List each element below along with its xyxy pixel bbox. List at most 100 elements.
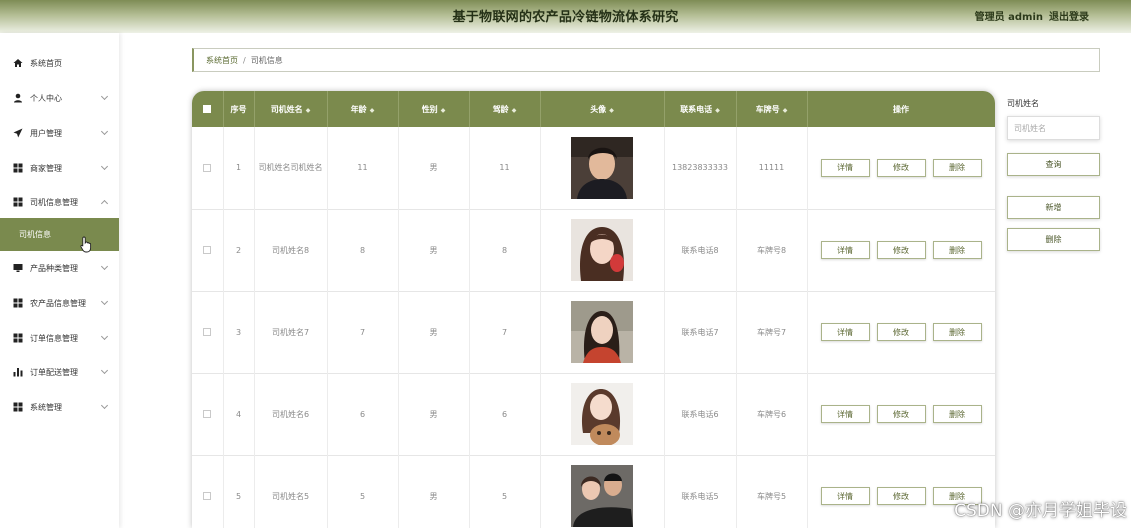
driver-avatar-image[interactable] xyxy=(571,383,633,445)
delete-button[interactable]: 删除 xyxy=(932,158,982,177)
cell-index: 3 xyxy=(223,291,255,373)
cell-plate: 车牌号5 xyxy=(736,455,808,528)
sort-icon: ◆ xyxy=(715,106,720,114)
cell-driver-name: 司机姓名司机姓名 xyxy=(254,127,328,209)
select-all-checkbox[interactable] xyxy=(203,105,212,113)
cell-phone: 联系电话8 xyxy=(664,209,737,291)
row-checkbox[interactable] xyxy=(203,246,212,254)
cell-gender: 男 xyxy=(398,291,470,373)
sidebar-item-label: 订单配送管理 xyxy=(30,367,78,377)
cell-avatar xyxy=(540,127,665,209)
top-header: 基于物联网的农产品冷链物流体系研究 管理员 admin 退出登录 xyxy=(0,0,1131,33)
sidebar-item-personal-center[interactable]: 个人中心 xyxy=(0,81,119,115)
sidebar-subitem-driver-info[interactable]: 司机信息 xyxy=(0,218,119,251)
detail-button[interactable]: 详情 xyxy=(820,323,870,341)
edit-button[interactable]: 修改 xyxy=(876,323,926,341)
select-all-cell xyxy=(192,91,224,127)
sidebar-item-merchant-management[interactable]: 商家管理 xyxy=(0,151,119,185)
cell-index: 4 xyxy=(223,373,255,455)
sidebar-item-order-info[interactable]: 订单信息管理 xyxy=(0,321,119,355)
sidebar-item-farm-product[interactable]: 农产品信息管理 xyxy=(0,286,119,320)
breadcrumb-separator: / xyxy=(243,55,246,65)
sidebar-item-home[interactable]: 系统首页 xyxy=(0,46,119,80)
row-checkbox[interactable] xyxy=(203,410,212,418)
chevron-down-icon xyxy=(100,262,109,271)
app-title: 基于物联网的农产品冷链物流体系研究 xyxy=(452,10,679,25)
delete-button[interactable]: 删除 xyxy=(932,323,982,341)
delete-button[interactable]: 删除 xyxy=(932,405,982,423)
logout-link[interactable]: 退出登录 xyxy=(1049,8,1089,23)
breadcrumb-home-link[interactable]: 系统首页 xyxy=(206,55,238,66)
search-field-label: 司机姓名 xyxy=(1007,99,1039,108)
detail-button[interactable]: 详情 xyxy=(820,405,870,423)
row-checkbox[interactable] xyxy=(203,328,212,336)
admin-user-label: 管理员 admin xyxy=(974,12,1043,23)
cell-actions: 详情 修改 删除 xyxy=(807,291,995,373)
csdn-watermark: CSDN @亦月学姐毕设 xyxy=(954,501,1127,521)
edit-button[interactable]: 修改 xyxy=(876,405,926,423)
sort-icon: ◆ xyxy=(782,106,788,114)
sidebar-item-product-category[interactable]: 产品种类管理 xyxy=(0,251,119,285)
column-header-driving-years[interactable]: 驾龄 ◆ xyxy=(469,91,541,127)
cell-age: 5 xyxy=(327,455,399,528)
sidebar-item-system-management[interactable]: 系统管理 xyxy=(0,390,119,424)
driver-name-search-input[interactable]: 司机姓名 xyxy=(1007,116,1100,140)
cell-phone: 联系电话6 xyxy=(664,373,737,455)
cell-gender: 男 xyxy=(398,127,470,209)
sidebar-item-order-delivery[interactable]: 订单配送管理 xyxy=(0,355,119,389)
column-header-gender[interactable]: 性别 ◆ xyxy=(398,91,470,127)
cell-phone: 联系电话7 xyxy=(664,291,737,373)
detail-button[interactable]: 详情 xyxy=(820,158,870,177)
cell-driving-years: 6 xyxy=(469,373,541,455)
edit-button[interactable]: 修改 xyxy=(876,158,926,177)
query-button[interactable]: 查询 xyxy=(1007,153,1100,176)
cell-actions: 详情 修改 删除 xyxy=(807,209,995,291)
edit-button[interactable]: 修改 xyxy=(876,487,926,505)
chevron-up-icon xyxy=(100,199,109,208)
column-header-name[interactable]: 司机姓名 ◆ xyxy=(254,91,328,127)
table-row: 1 司机姓名司机姓名 11 男 11 13823833333 11111 详情 … xyxy=(192,127,995,209)
driver-avatar-image[interactable] xyxy=(571,219,633,281)
sidebar-item-user-management[interactable]: 用户管理 xyxy=(0,116,119,150)
column-header-phone[interactable]: 联系电话 ◆ xyxy=(664,91,737,127)
chevron-down-icon xyxy=(100,332,109,341)
header-user-area: 管理员 admin 退出登录 xyxy=(975,8,1089,23)
column-header-age[interactable]: 年龄 ◆ xyxy=(327,91,399,127)
row-checkbox[interactable] xyxy=(203,163,212,172)
add-button[interactable]: 新增 xyxy=(1007,196,1100,219)
cell-driving-years: 5 xyxy=(469,455,541,528)
grid-icon xyxy=(12,162,24,174)
sidebar-item-label: 农产品信息管理 xyxy=(30,298,86,308)
cell-age: 7 xyxy=(327,291,399,373)
cell-avatar xyxy=(540,455,665,528)
sidebar-item-label: 个人中心 xyxy=(30,93,62,103)
user-icon xyxy=(12,92,24,104)
cell-plate: 车牌号6 xyxy=(736,373,808,455)
sidebar-item-driver-management[interactable]: 司机信息管理 xyxy=(0,185,119,219)
edit-button[interactable]: 修改 xyxy=(876,241,926,259)
column-header-plate[interactable]: 车牌号 ◆ xyxy=(736,91,808,127)
delete-button[interactable]: 删除 xyxy=(932,241,982,259)
detail-button[interactable]: 详情 xyxy=(820,241,870,259)
sidebar-item-label: 用户管理 xyxy=(30,128,62,138)
table-header-row: 序号 司机姓名 ◆ 年龄 ◆ 性别 ◆ 驾龄 ◆ 头像 ◆ 联系电话 ◆ 车牌号 ◆ 操作 xyxy=(192,91,995,127)
row-checkbox[interactable] xyxy=(203,492,212,500)
sidebar: 系统首页 个人中心 用户管理 商家管理 司机信息管理 司机信息 产品种类管理 农… xyxy=(0,33,119,528)
chevron-down-icon xyxy=(100,366,109,375)
table-row: 3 司机姓名7 7 男 7 联系电话7 车牌号7 详情 修改 删除 xyxy=(192,291,995,373)
driver-avatar-image[interactable] xyxy=(571,301,633,363)
cell-plate: 车牌号8 xyxy=(736,209,808,291)
grid-icon xyxy=(12,332,24,344)
driver-avatar-image[interactable] xyxy=(571,136,633,199)
cell-driving-years: 8 xyxy=(469,209,541,291)
driver-table-container: 序号 司机姓名 ◆ 年龄 ◆ 性别 ◆ 驾龄 ◆ 头像 ◆ 联系电话 ◆ 车牌号 ◆ 操作 1… xyxy=(192,91,995,528)
column-header-avatar[interactable]: 头像 ◆ xyxy=(540,91,665,127)
cell-age: 8 xyxy=(327,209,399,291)
sidebar-subitem-label: 司机信息 xyxy=(19,230,51,239)
batch-delete-button[interactable]: 删除 xyxy=(1007,228,1100,251)
chevron-down-icon xyxy=(100,162,109,171)
sidebar-item-label: 司机信息管理 xyxy=(30,197,78,207)
sort-icon: ◆ xyxy=(305,106,311,114)
detail-button[interactable]: 详情 xyxy=(820,487,870,505)
driver-avatar-image[interactable] xyxy=(571,465,633,527)
